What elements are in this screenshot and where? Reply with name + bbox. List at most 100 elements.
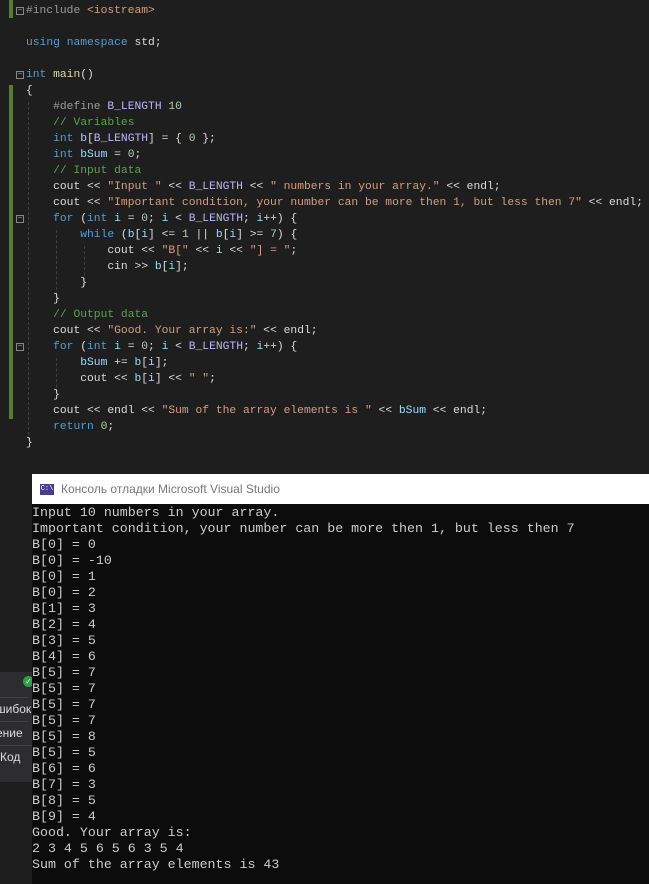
code-token: cout << — [26, 325, 108, 337]
console-output-line: Sum of the array elements is 43 — [32, 857, 280, 872]
code-token: namespace — [66, 37, 135, 49]
code-token: using — [26, 37, 67, 49]
code-token: cin >> — [26, 261, 155, 273]
side-panel-item[interactable]: шибок — [0, 697, 31, 720]
code-token: } — [26, 277, 88, 289]
code-token: ; — [148, 341, 162, 353]
console-app-icon: C:\ — [40, 483, 54, 495]
code-line: cin >> b[i]; — [26, 259, 189, 275]
code-line: #include <iostream> — [26, 3, 155, 19]
code-token: ++) { — [263, 341, 298, 353]
console-title-bar[interactable]: C:\ Консоль отладки Microsoft Visual Stu… — [32, 474, 649, 504]
code-token: }; — [195, 133, 216, 145]
code-line: } — [26, 435, 33, 451]
collapse-icon[interactable]: − — [16, 343, 24, 351]
code-token: "] = " — [249, 245, 291, 257]
code-token: " numbers in your array." — [270, 181, 440, 193]
code-token: bSum — [80, 149, 108, 161]
code-token: // Variables — [26, 117, 135, 129]
console-title: Консоль отладки Microsoft Visual Studio — [61, 482, 280, 496]
code-token: [ — [141, 373, 149, 385]
code-token: B_LENGTH — [188, 181, 243, 193]
code-token: ] = { — [148, 133, 189, 145]
code-token: || — [188, 229, 216, 241]
code-token: int — [87, 341, 115, 353]
code-token: 1 — [181, 229, 189, 241]
code-line: cout << endl << "Sum of the array elemen… — [26, 403, 487, 419]
code-line: for (int i = 0; i < B_LENGTH; i++) { — [26, 339, 297, 355]
code-line: cout << "B[" << i << "] = "; — [26, 243, 297, 259]
code-token: int — [26, 149, 81, 161]
console-output-line: Important condition, your number can be … — [32, 521, 575, 536]
code-token: int — [26, 133, 81, 145]
code-editor[interactable]: − − − − #include <iostream> using namespa… — [0, 0, 649, 470]
code-line: return 0; — [26, 419, 114, 435]
code-token: ( — [120, 229, 128, 241]
code-line: #define B_LENGTH 10 — [26, 99, 182, 115]
console-output-line: B[8] = 5 — [32, 793, 96, 808]
code-token: int — [26, 69, 54, 81]
console-output: Input 10 numbers in your array. Important… — [32, 504, 649, 873]
debug-console-window[interactable]: C:\ Консоль отладки Microsoft Visual Stu… — [32, 474, 649, 884]
console-output-line: B[5] = 7 — [32, 665, 96, 680]
console-output-line: 2 3 4 5 6 5 6 3 5 4 — [32, 841, 184, 856]
code-token: ; — [148, 213, 162, 225]
code-token: cout << — [26, 245, 162, 257]
code-token: i — [148, 357, 155, 369]
code-token: // Output data — [26, 309, 149, 321]
code-token: ]; — [175, 261, 189, 273]
code-token: ) { — [276, 229, 298, 241]
code-token: 0 — [188, 133, 196, 145]
code-token: << — [242, 181, 271, 193]
code-line: cout << "Good. Your array is:" << endl; — [26, 323, 317, 339]
code-token: i — [215, 245, 223, 257]
code-token: for — [26, 213, 81, 225]
check-icon: ✓ — [23, 676, 32, 687]
code-token: = — [107, 149, 128, 161]
code-token: << — [161, 181, 189, 193]
code-token: ]; — [154, 357, 169, 369]
code-token: B_LENGTH — [107, 101, 169, 113]
code-token: } — [26, 437, 33, 449]
code-token: ; — [242, 341, 257, 353]
code-token: ; — [290, 245, 298, 257]
code-token: ; — [242, 213, 257, 225]
code-line: cout << "Important condition, your numbe… — [26, 195, 643, 211]
code-token: ; — [134, 149, 142, 161]
code-token: "Input " — [107, 181, 162, 193]
code-token: = — [120, 341, 142, 353]
code-token: [ — [87, 133, 94, 145]
code-token: ; — [107, 421, 115, 433]
collapse-icon[interactable]: − — [16, 71, 24, 79]
code-line: int b[B_LENGTH] = { 0 }; — [26, 131, 216, 147]
console-output-line: B[9] = 4 — [32, 809, 96, 824]
collapse-icon[interactable]: − — [16, 7, 24, 15]
code-token: b — [80, 133, 88, 145]
code-token: "B[" — [161, 245, 189, 257]
code-token: << — [222, 245, 250, 257]
code-line: } — [26, 291, 60, 307]
code-token: <iostream> — [87, 5, 155, 17]
side-panel-item[interactable]: Код — [0, 745, 32, 768]
console-output-line: B[5] = 8 — [32, 729, 96, 744]
change-indicator — [9, 85, 13, 419]
side-panel-item[interactable]: ение — [0, 721, 28, 744]
console-output-line: B[4] = 6 — [32, 649, 96, 664]
code-line: } — [26, 275, 87, 291]
code-token: = — [120, 213, 142, 225]
code-token: b — [215, 229, 223, 241]
code-token: return — [26, 421, 101, 433]
code-token: " " — [188, 373, 210, 385]
code-token: ( — [80, 213, 88, 225]
code-token: i — [148, 373, 155, 385]
code-token: int — [87, 213, 115, 225]
code-line: using namespace std; — [26, 35, 162, 51]
code-token: 10 — [168, 101, 182, 113]
code-token: ] >= — [236, 229, 271, 241]
console-output-line: Good. Your array is: — [32, 825, 192, 840]
collapse-icon[interactable]: − — [16, 215, 24, 223]
code-line: // Input data — [26, 163, 141, 179]
code-token: += — [107, 357, 135, 369]
code-token: bSum — [398, 405, 427, 417]
code-token: << endl; — [581, 197, 643, 209]
